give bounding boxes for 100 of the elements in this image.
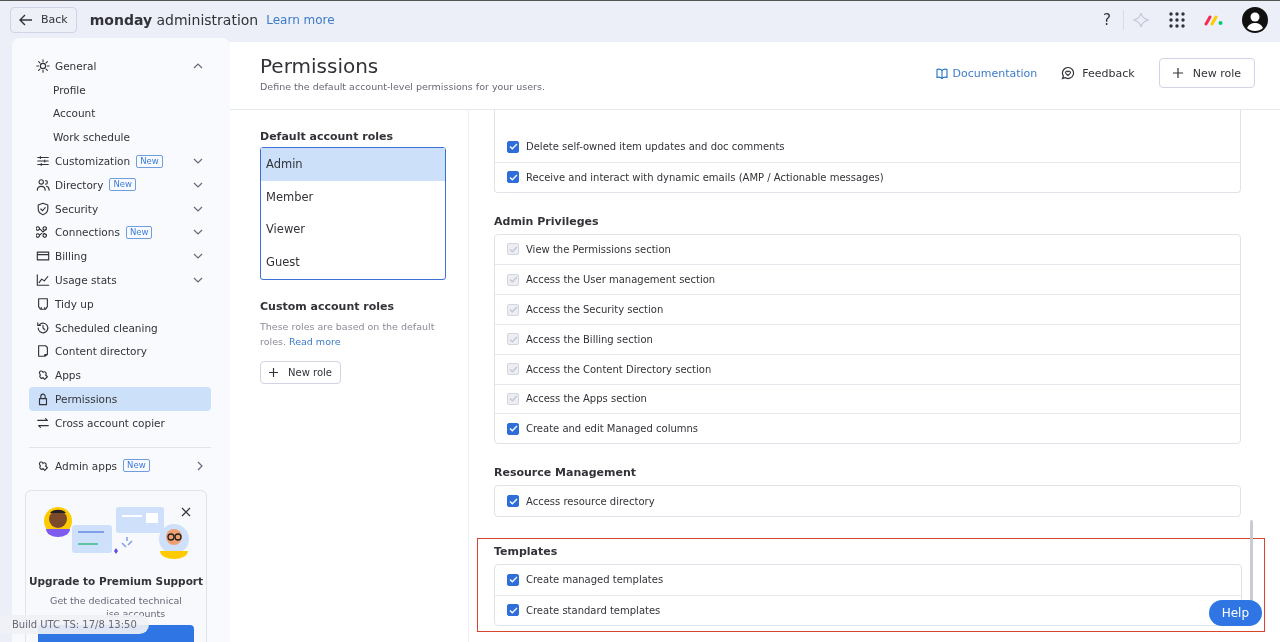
sidebar-label: Cross account copier	[55, 416, 165, 429]
role-item[interactable]: Viewer	[261, 213, 445, 247]
roles-description: These roles are based on the default roles. Read more	[260, 319, 436, 349]
menu-item-icon	[36, 201, 50, 216]
section-heading: Custom account roles	[260, 299, 396, 313]
menu-item-icon	[36, 368, 50, 383]
section-heading: Templates	[494, 544, 559, 558]
menu-item-icon	[36, 58, 50, 73]
sidebar-label: Customization	[55, 155, 131, 168]
role-item[interactable]: Admin	[261, 148, 445, 181]
checkbox[interactable]	[507, 422, 519, 435]
new-badge: New	[125, 225, 153, 239]
sidebar-label: Connections	[55, 226, 120, 239]
menu-item-icon	[36, 273, 50, 288]
chevron-down-icon[interactable]	[193, 205, 203, 212]
apps-grid-icon[interactable]	[1168, 10, 1186, 29]
permission-label: Receive and interact with dynamic emails (AMP / Actionable messages)	[526, 171, 884, 183]
permission-label: Create managed templates	[526, 574, 664, 586]
promo-title: Upgrade to Premium Support	[27, 574, 205, 587]
sidebar-label: Permissions	[55, 393, 118, 406]
promo-text: Get the dedicated technical	[49, 594, 183, 606]
checkbox[interactable]	[507, 495, 519, 508]
chevron-down-icon[interactable]	[193, 158, 203, 165]
avatar-icon[interactable]	[1242, 6, 1268, 33]
sidebar-item[interactable]: Content directory	[29, 339, 211, 364]
chevron-down-icon[interactable]	[193, 181, 203, 188]
menu-item-icon	[36, 225, 50, 240]
sidebar-label: General	[55, 59, 97, 72]
checkbox[interactable]	[507, 604, 519, 617]
chevron-down-icon[interactable]	[193, 277, 203, 284]
chevron-down-icon[interactable]	[193, 253, 203, 260]
sidebar-label: Tidy up	[55, 297, 94, 310]
menu-item-icon	[36, 249, 50, 264]
book-icon	[936, 67, 949, 79]
role-item[interactable]: Member	[261, 180, 445, 214]
permission-label: Create standard templates	[526, 604, 661, 616]
new-badge: New	[136, 154, 163, 168]
sidebar-item[interactable]: Tidy up	[29, 291, 211, 316]
permission-label: Access the Content Directory section	[526, 363, 712, 375]
menu-item-icon	[36, 392, 50, 407]
section-heading: Admin Privileges	[494, 214, 600, 228]
sidebar-item[interactable]: Cross account copier	[29, 410, 211, 435]
sidebar-item[interactable]: Customization New	[29, 149, 211, 173]
close-icon[interactable]	[181, 506, 191, 517]
sidebar-label: Scheduled cleaning	[55, 321, 158, 334]
checkbox[interactable]	[507, 573, 519, 586]
menu-item-icon	[36, 177, 50, 192]
plus-icon	[269, 367, 278, 377]
permission-label: Access the Billing section	[526, 333, 653, 345]
menu-item-icon	[36, 320, 50, 335]
new-role-button[interactable]: New role	[260, 360, 341, 384]
help-button[interactable]: Help	[1208, 600, 1262, 626]
documentation-link[interactable]: Documentation	[936, 66, 1038, 80]
sidebar-subitem[interactable]: Work schedule	[29, 125, 211, 150]
sidebar-item[interactable]: Billing	[29, 244, 211, 269]
sidebar-item[interactable]: Usage stats	[29, 268, 211, 292]
new-role-button[interactable]: New role	[1158, 58, 1255, 88]
sidebar-subitem[interactable]: Profile	[29, 77, 211, 102]
permission-label: View the Permissions section	[526, 244, 671, 255]
feedback-link[interactable]: Feedback	[1061, 66, 1135, 80]
new-badge: New	[123, 459, 150, 473]
sidebar-item[interactable]: General	[29, 54, 211, 78]
sidebar-item[interactable]: Scheduled cleaning	[29, 315, 211, 340]
sidebar-label: Apps	[55, 369, 81, 382]
sidebar-item[interactable]: Directory New	[29, 173, 211, 197]
permission-label: Delete self-owned item updates and doc comments	[526, 141, 785, 153]
sidebar-label: Security	[55, 202, 99, 215]
menu-item-icon	[36, 415, 50, 430]
plus-icon	[1172, 68, 1183, 78]
sidebar-item[interactable]: Admin apps New	[29, 453, 211, 478]
sidebar-item[interactable]: Apps	[29, 363, 211, 388]
chevron-right-icon	[197, 460, 203, 471]
sidebar-item[interactable]: Connections New	[29, 220, 211, 245]
read-more-link[interactable]: Read more	[289, 335, 341, 347]
chevron-up-icon[interactable]	[193, 62, 203, 69]
sidebar-label: Usage stats	[55, 274, 117, 287]
learn-more-link[interactable]: Learn more	[266, 12, 335, 27]
role-item[interactable]: Guest	[261, 246, 445, 279]
permission-label: Access the Apps section	[526, 393, 647, 405]
sidebar-subitem[interactable]: Account	[29, 101, 211, 126]
help-button[interactable]: ?	[1099, 10, 1115, 29]
permission-label: Create and edit Managed columns	[526, 423, 699, 435]
chevron-down-icon[interactable]	[193, 229, 203, 236]
back-button[interactable]: Back	[10, 6, 77, 33]
section-heading: Default account roles	[260, 130, 395, 143]
app-title: monday administration	[89, 11, 259, 28]
logo-icon[interactable]	[1204, 13, 1224, 26]
checkbox[interactable]	[507, 171, 519, 184]
new-badge: New	[109, 178, 136, 192]
checkbox[interactable]	[507, 140, 519, 153]
sidebar-label: Content directory	[55, 345, 148, 358]
permission-label: Access the User management section	[526, 274, 716, 286]
puzzle-icon	[36, 458, 50, 473]
sidebar-item[interactable]: Permissions	[29, 387, 211, 411]
page-subtitle: Define the default account-level permissions for your users.	[260, 81, 545, 92]
sidebar-item[interactable]: Security	[29, 196, 211, 221]
page-title: Permissions	[260, 54, 380, 78]
menu-item-icon	[36, 154, 50, 169]
sidebar-label: Billing	[55, 250, 88, 263]
menu-item-icon	[36, 344, 50, 359]
